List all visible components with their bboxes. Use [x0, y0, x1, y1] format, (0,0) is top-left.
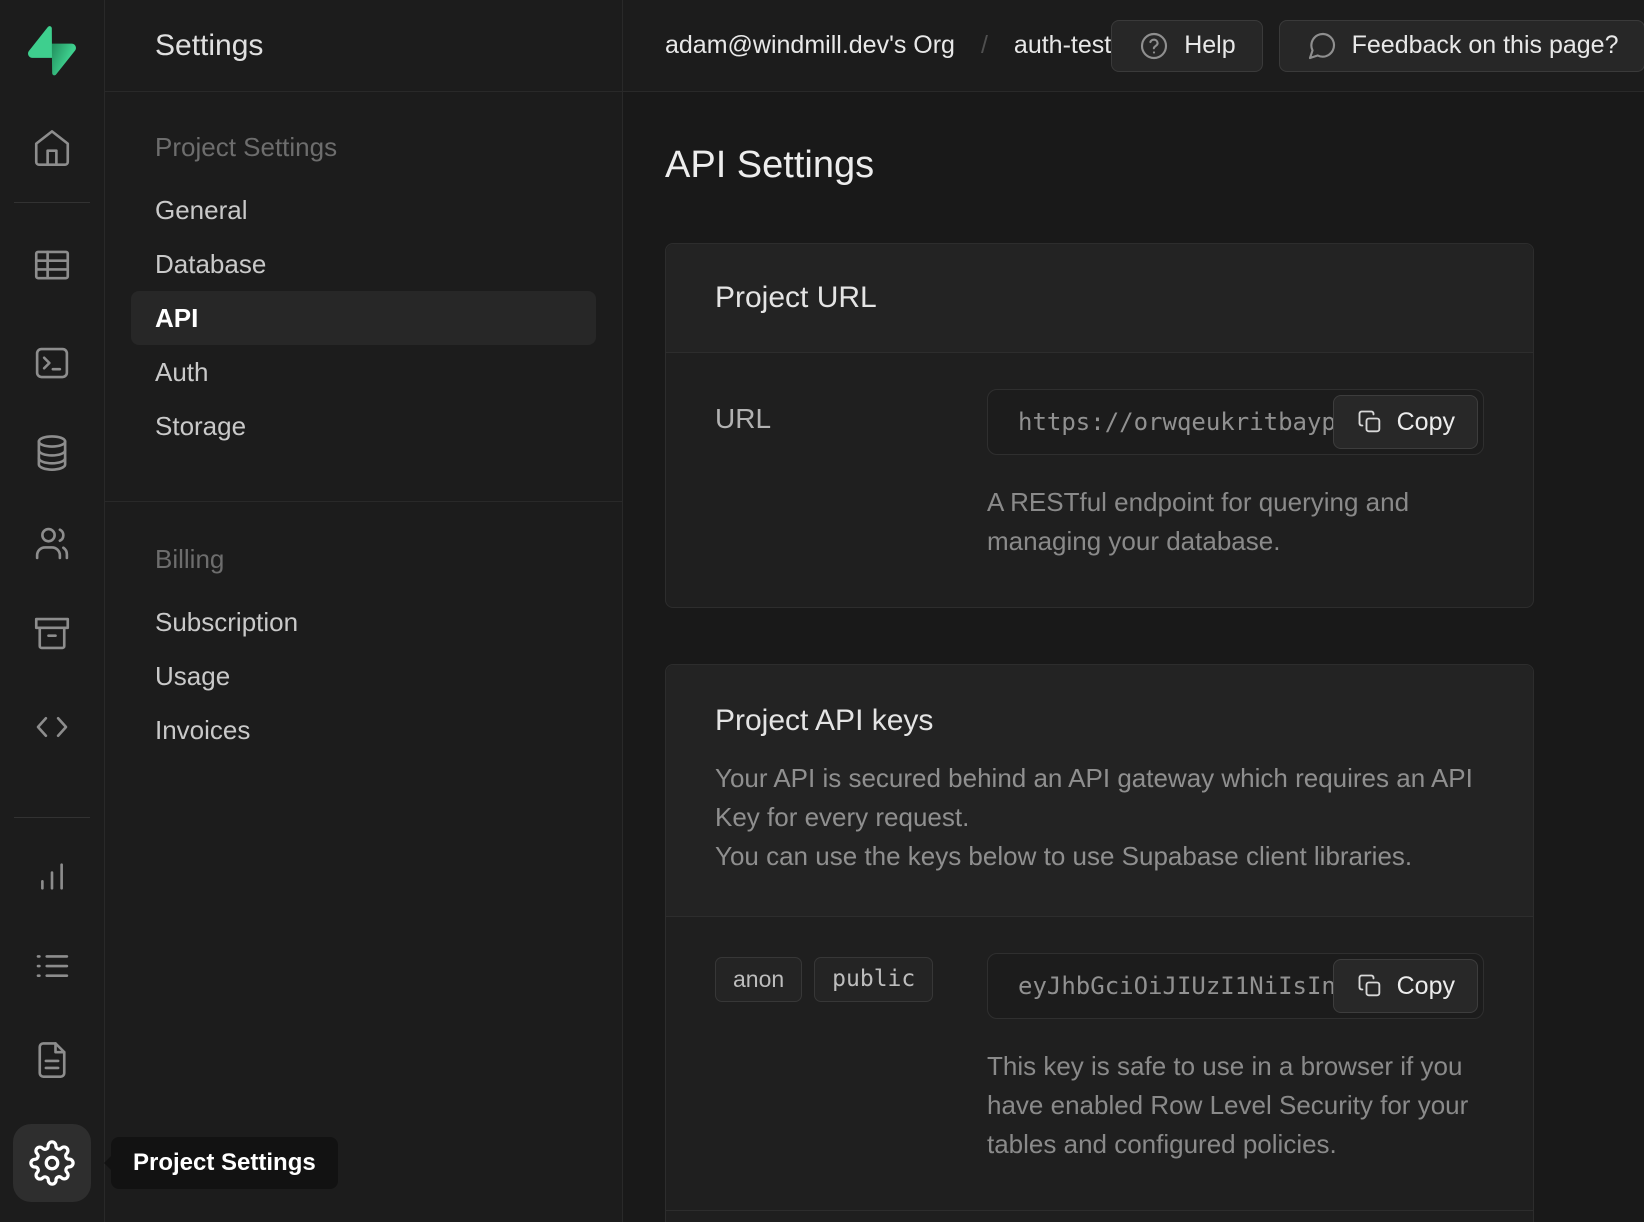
supabase-dashboard: Project Settings Settings Project Settin…: [0, 0, 1644, 1222]
key-input-wrap: eyJhbGciOiJIUzI1NiIsIn Copy: [987, 953, 1484, 1019]
breadcrumb-org[interactable]: adam@windmill.dev's Org: [665, 31, 955, 60]
rail-divider: [14, 202, 90, 203]
project-api-keys-card: Project API keys Your API is secured beh…: [665, 664, 1534, 1222]
anon-key-row: anon public eyJhbGciOiJIUzI1NiIsIn C: [666, 916, 1533, 1210]
key-value-column: eyJhbGciOiJIUzI1NiIsIn Copy This key is …: [987, 953, 1484, 1164]
nav-item-usage[interactable]: Usage: [131, 649, 596, 703]
icon-rail: [0, 0, 105, 1222]
key-badges: anon public: [715, 953, 987, 1002]
badge-public: public: [814, 957, 933, 1002]
settings-content: API Settings Project URL URL https://orw…: [623, 92, 1644, 1222]
speech-bubble-icon: [1306, 30, 1338, 62]
reports-chart-icon[interactable]: [23, 854, 81, 898]
settings-nav: Project Settings General Database API Au…: [105, 92, 622, 757]
nav-section-billing: Billing: [131, 544, 596, 575]
nav-section-project-settings: Project Settings: [131, 132, 596, 163]
project-url-card-header: Project URL: [666, 244, 1533, 352]
nav-item-database[interactable]: Database: [131, 237, 596, 291]
top-bar: adam@windmill.dev's Org / auth-test Help: [623, 0, 1644, 92]
sidebar-header: Settings: [105, 0, 622, 92]
breadcrumb-project[interactable]: auth-test: [1014, 31, 1111, 60]
api-keys-card-header: Project API keys Your API is secured beh…: [666, 665, 1533, 916]
badge-anon: anon: [715, 957, 802, 1002]
page-title: API Settings: [665, 144, 1602, 187]
home-icon[interactable]: [23, 126, 81, 170]
breadcrumb-separator: /: [981, 31, 988, 60]
nav-item-subscription[interactable]: Subscription: [131, 595, 596, 649]
api-keys-card-description: Your API is secured behind an API gatewa…: [715, 759, 1484, 876]
copy-label: Copy: [1397, 408, 1455, 437]
copy-label: Copy: [1397, 972, 1455, 1001]
auth-users-icon[interactable]: [23, 521, 81, 565]
anon-key-description: This key is safe to use in a browser if …: [987, 1047, 1484, 1164]
copy-icon: [1356, 972, 1384, 1000]
nav-item-storage[interactable]: Storage: [131, 399, 596, 453]
settings-sidebar: Settings Project Settings General Databa…: [105, 0, 623, 1222]
nav-item-api[interactable]: API: [131, 291, 596, 345]
sql-terminal-icon[interactable]: [23, 341, 81, 385]
nav-item-invoices[interactable]: Invoices: [131, 703, 596, 757]
logs-list-icon[interactable]: [23, 944, 81, 988]
copy-icon: [1356, 408, 1384, 436]
api-keys-card-title: Project API keys: [715, 703, 1484, 739]
url-row: URL https://orwqeukritbayp Copy: [666, 352, 1533, 607]
project-settings-tooltip: Project Settings: [111, 1137, 338, 1189]
url-description: A RESTful endpoint for querying and mana…: [987, 483, 1484, 561]
feedback-button[interactable]: Feedback on this page?: [1279, 20, 1644, 72]
table-editor-icon[interactable]: [23, 243, 81, 287]
api-code-icon[interactable]: [23, 705, 81, 749]
help-circle-icon: [1138, 30, 1170, 62]
url-copy-button[interactable]: Copy: [1333, 395, 1478, 449]
sidebar-title: Settings: [155, 29, 263, 63]
project-url-card-title: Project URL: [715, 280, 1484, 316]
rail-divider: [14, 817, 90, 818]
nav-item-general[interactable]: General: [131, 183, 596, 237]
url-value-column: https://orwqeukritbayp Copy A RESTful en…: [987, 389, 1484, 561]
help-label: Help: [1184, 31, 1235, 60]
settings-gear-icon[interactable]: [13, 1124, 91, 1202]
feedback-label: Feedback on this page?: [1352, 31, 1619, 60]
project-url-card: Project URL URL https://orwqeukritbayp: [665, 243, 1534, 608]
docs-file-icon[interactable]: [23, 1038, 81, 1082]
tooltip-label: Project Settings: [133, 1149, 316, 1177]
main-area: adam@windmill.dev's Org / auth-test Help: [623, 0, 1644, 1222]
nav-item-auth[interactable]: Auth: [131, 345, 596, 399]
url-label: URL: [715, 389, 987, 435]
header-actions: Help Feedback on this page?: [1111, 20, 1644, 72]
tooltip-arrow: [104, 1155, 112, 1171]
url-input-wrap: https://orwqeukritbayp Copy: [987, 389, 1484, 455]
storage-archive-icon[interactable]: [23, 611, 81, 655]
database-icon[interactable]: [23, 431, 81, 475]
next-key-row-cutoff: [666, 1210, 1533, 1222]
help-button[interactable]: Help: [1111, 20, 1262, 72]
key-copy-button[interactable]: Copy: [1333, 959, 1478, 1013]
nav-divider: [105, 501, 622, 502]
supabase-logo[interactable]: [28, 26, 76, 76]
